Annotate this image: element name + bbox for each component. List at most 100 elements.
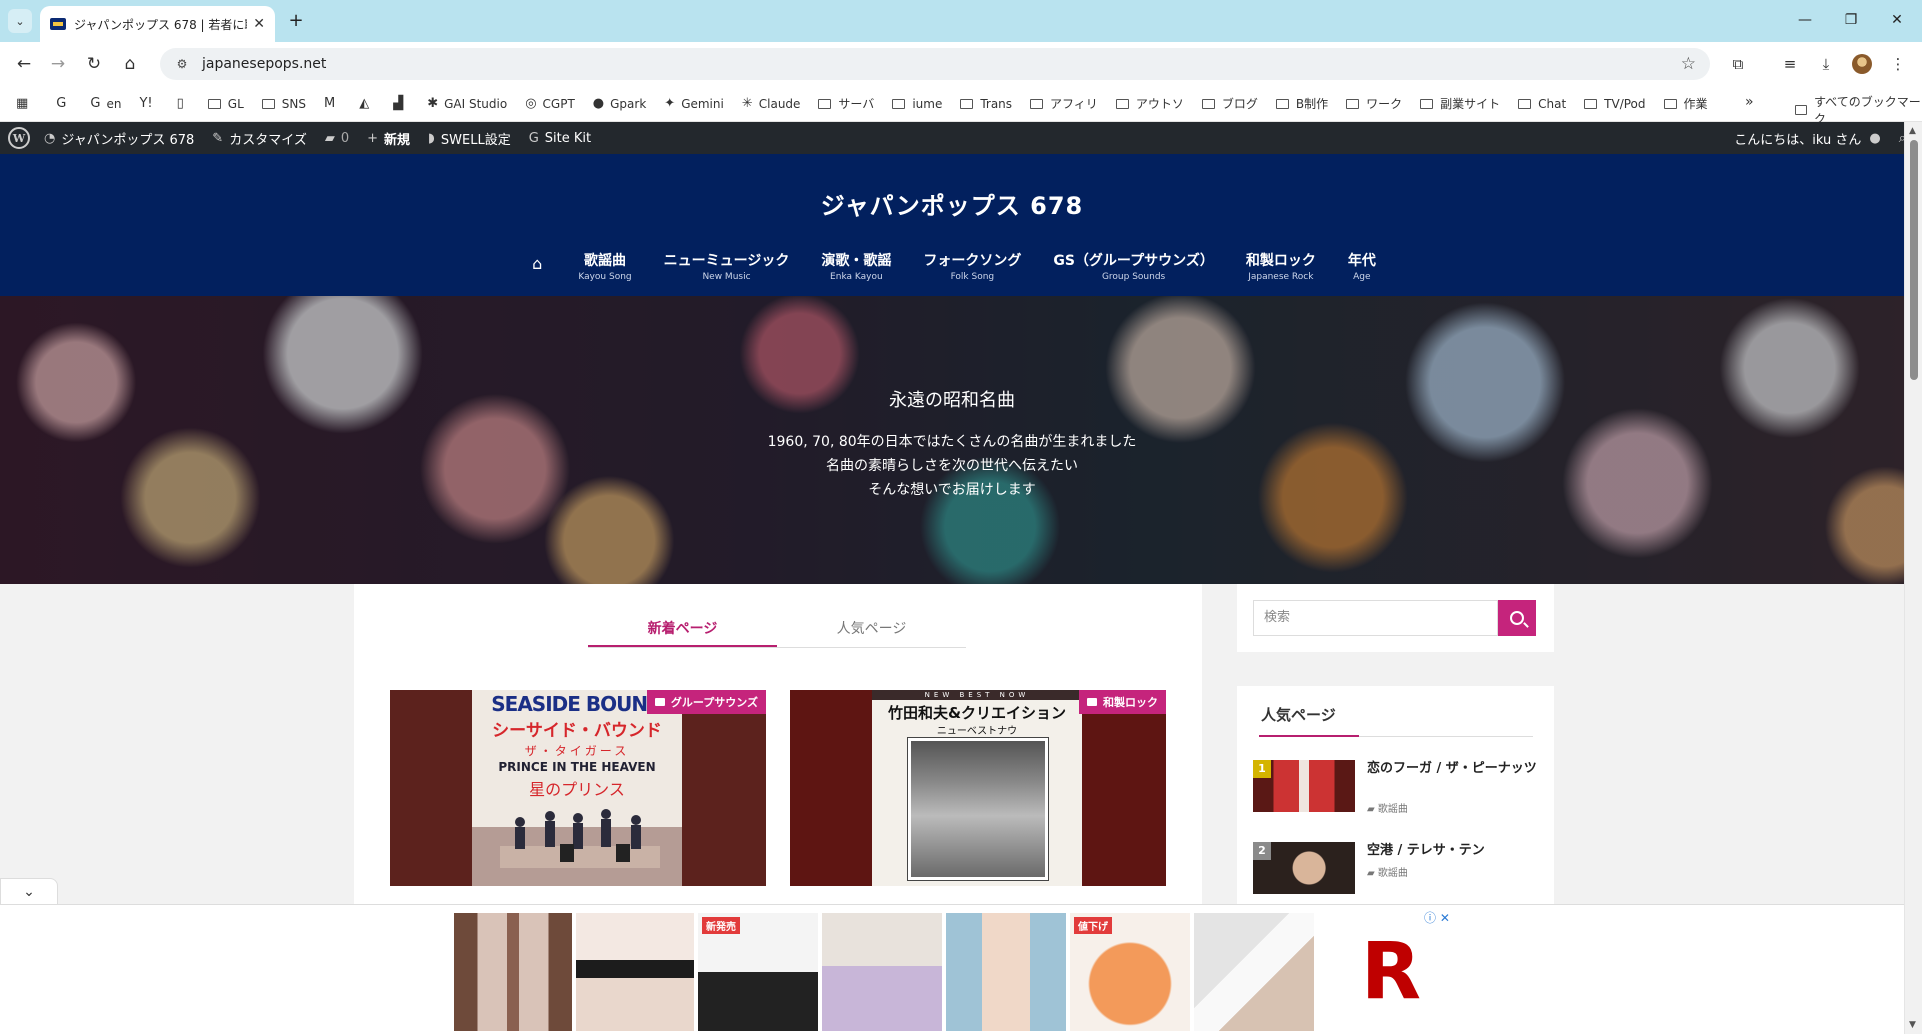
bookmark-item[interactable]: 作業 bbox=[1663, 95, 1708, 112]
back-arrow-icon[interactable]: ← bbox=[12, 52, 36, 76]
site-title[interactable]: ジャパンポップス 678 bbox=[0, 186, 1904, 221]
bookmark-star-icon[interactable]: ☆ bbox=[1681, 54, 1696, 74]
folder-icon bbox=[1087, 698, 1097, 706]
bookmark-item[interactable]: GL bbox=[207, 97, 244, 111]
ad-item[interactable]: 値下げ bbox=[1070, 913, 1190, 1031]
bookmark-item[interactable]: Gen bbox=[90, 96, 121, 111]
download-icon[interactable]: ⤓ bbox=[1814, 52, 1838, 76]
search-button[interactable] bbox=[1498, 600, 1536, 636]
bookmark-item[interactable]: ワーク bbox=[1346, 95, 1402, 112]
search-input[interactable]: 検索 bbox=[1253, 600, 1498, 636]
tab-new-pages[interactable]: 新着ページ bbox=[588, 614, 777, 647]
scroll-up-icon[interactable]: ▲ bbox=[1909, 126, 1916, 136]
nav-item[interactable]: 歌謡曲 Kayou Song bbox=[562, 252, 647, 284]
tab-search-button[interactable]: ⌄ bbox=[8, 9, 32, 33]
bookmark-item[interactable]: Y! bbox=[139, 96, 158, 111]
site-info-icon[interactable]: ⚙ bbox=[168, 57, 196, 71]
bookmark-item[interactable]: 副業サイト bbox=[1420, 95, 1500, 112]
new-tab-button[interactable]: + bbox=[284, 9, 308, 33]
ad-info-close-icon[interactable]: ⓘ ✕ bbox=[1424, 909, 1450, 926]
nav-item[interactable]: GS（グループサウンズ） Group Sounds bbox=[1037, 252, 1229, 284]
ad-item[interactable] bbox=[1194, 913, 1314, 1031]
page-scrollbar[interactable]: ▲ ▼ bbox=[1904, 122, 1922, 1034]
bookmark-item[interactable]: G bbox=[56, 96, 72, 111]
bookmark-item[interactable]: サーバ bbox=[818, 95, 874, 112]
browser-menu-icon[interactable]: ⋮ bbox=[1886, 52, 1910, 76]
admin-customize[interactable]: ✎ カスタマイズ bbox=[212, 129, 307, 148]
rakuten-logo[interactable]: R bbox=[1328, 913, 1454, 1031]
profile-avatar[interactable] bbox=[1852, 54, 1872, 74]
ad-item[interactable] bbox=[454, 913, 572, 1031]
ad-item[interactable]: 新発売 bbox=[698, 913, 818, 1031]
bookmark-item[interactable]: ▟ bbox=[393, 96, 409, 111]
reload-icon[interactable]: ↻ bbox=[82, 52, 106, 76]
bookmark-label: Trans bbox=[980, 96, 1013, 111]
admin-greeting[interactable]: こんにちは、iku さん bbox=[1734, 129, 1861, 148]
bookmark-item[interactable]: ◎ CGPT bbox=[525, 96, 575, 111]
bookmark-item[interactable]: ▯ bbox=[177, 96, 190, 111]
bookmark-item[interactable]: アウトソ bbox=[1115, 95, 1184, 112]
bookmark-item[interactable]: Chat bbox=[1518, 97, 1566, 111]
popular-item[interactable]: 2 空港 / テレサ・テン ▰ 歌謡曲 bbox=[1253, 842, 1539, 902]
ad-item[interactable] bbox=[946, 913, 1066, 1031]
bookmark-label: Gpark bbox=[610, 96, 647, 111]
nav-item-label: 和製ロック bbox=[1245, 253, 1316, 269]
apps-grid-icon[interactable]: ▦ bbox=[16, 96, 34, 111]
tab-close-icon[interactable]: ✕ bbox=[253, 16, 265, 32]
tab-popular-pages[interactable]: 人気ページ bbox=[777, 614, 966, 647]
bookmark-item[interactable]: アフィリ bbox=[1030, 95, 1098, 112]
popular-title[interactable]: 恋のフーガ / ザ・ピーナッツ bbox=[1367, 760, 1539, 778]
nav-item[interactable]: 和製ロック Japanese Rock bbox=[1230, 252, 1332, 284]
post-card[interactable]: SEASIDE BOUND シーサイド・バウンド ザ・タイガース PRINCE … bbox=[390, 690, 766, 886]
user-icon[interactable]: ● bbox=[1869, 131, 1880, 146]
nav-item[interactable]: フォークソング Folk Song bbox=[907, 252, 1037, 284]
bookmark-item[interactable]: iume bbox=[892, 97, 942, 111]
bookmark-item[interactable]: ブログ bbox=[1201, 95, 1258, 112]
address-bar[interactable]: ⚙ japanesepops.net ☆ bbox=[160, 48, 1710, 80]
bookmarks-overflow-icon[interactable]: » bbox=[1745, 94, 1754, 110]
scroll-thumb[interactable] bbox=[1910, 140, 1918, 380]
admin-site-name[interactable]: ◔ ジャパンポップス 678 bbox=[44, 129, 194, 148]
home-icon[interactable]: ⌂ bbox=[118, 52, 142, 76]
ad-collapse-button[interactable]: ⌄ bbox=[0, 878, 58, 904]
nav-item[interactable]: 演歌・歌謡 Enka Kayou bbox=[805, 252, 907, 284]
ad-item[interactable] bbox=[822, 913, 942, 1031]
ad-item[interactable] bbox=[576, 913, 694, 1031]
bookmark-item[interactable]: TV/Pod bbox=[1584, 97, 1646, 111]
popular-title[interactable]: 空港 / テレサ・テン bbox=[1367, 842, 1539, 860]
window-close-button[interactable]: ✕ bbox=[1882, 8, 1912, 32]
media-control-icon[interactable]: ≡ bbox=[1778, 52, 1802, 76]
wordpress-logo-icon[interactable]: W bbox=[8, 127, 30, 149]
bookmark-item[interactable]: ✱ GAI Studio bbox=[427, 96, 507, 111]
drive-icon: ◭ bbox=[359, 96, 370, 111]
admin-comments[interactable]: ▰ 0 bbox=[325, 131, 349, 146]
bookmark-item[interactable]: M bbox=[324, 96, 341, 111]
scroll-down-icon[interactable]: ▼ bbox=[1909, 1020, 1916, 1030]
admin-swell-settings[interactable]: ◗ SWELL設定 bbox=[428, 129, 511, 148]
window-minimize-button[interactable]: — bbox=[1790, 8, 1820, 32]
bookmark-item[interactable]: B制作 bbox=[1275, 95, 1328, 112]
popular-item[interactable]: 1 恋のフーガ / ザ・ピーナッツ ▰ 歌謡曲 bbox=[1253, 760, 1539, 820]
nav-item[interactable]: 年代 Age bbox=[1332, 252, 1392, 284]
admin-new[interactable]: + 新規 bbox=[367, 129, 410, 148]
bookmark-item[interactable]: ◭ bbox=[359, 96, 375, 111]
forward-arrow-icon[interactable]: → bbox=[46, 52, 70, 76]
bookmark-item[interactable]: ✳ Claude bbox=[742, 96, 801, 111]
comments-count: 0 bbox=[340, 130, 350, 146]
analytics-icon: ▟ bbox=[393, 96, 404, 111]
post-card[interactable]: NEW BEST NOW 竹田和夫&クリエイション ニューベストナウ 和製ロック bbox=[790, 690, 1166, 886]
bookmark-item[interactable]: ✦ Gemini bbox=[664, 96, 724, 111]
nav-item[interactable]: ニューミュージック New Music bbox=[648, 252, 806, 284]
post-category-badge[interactable]: 和製ロック bbox=[1079, 690, 1166, 714]
browser-tab-active[interactable]: ジャパンポップス 678 | 若者に聴いて ✕ bbox=[40, 6, 275, 42]
bookmark-item[interactable]: Trans bbox=[960, 97, 1012, 111]
post-category-badge[interactable]: グループサウンズ bbox=[646, 690, 766, 714]
window-restore-button[interactable]: ❐ bbox=[1836, 8, 1866, 32]
bookmark-item[interactable]: ● Gpark bbox=[593, 96, 647, 111]
admin-site-kit[interactable]: G Site Kit bbox=[529, 131, 591, 146]
home-icon[interactable]: ⌂ bbox=[512, 252, 562, 276]
bookmark-item[interactable]: SNS bbox=[261, 97, 306, 111]
extensions-icon[interactable]: ⧉ bbox=[1726, 52, 1750, 76]
url-text[interactable]: japanesepops.net bbox=[202, 56, 1681, 72]
admin-swell-label: SWELL設定 bbox=[440, 132, 511, 148]
